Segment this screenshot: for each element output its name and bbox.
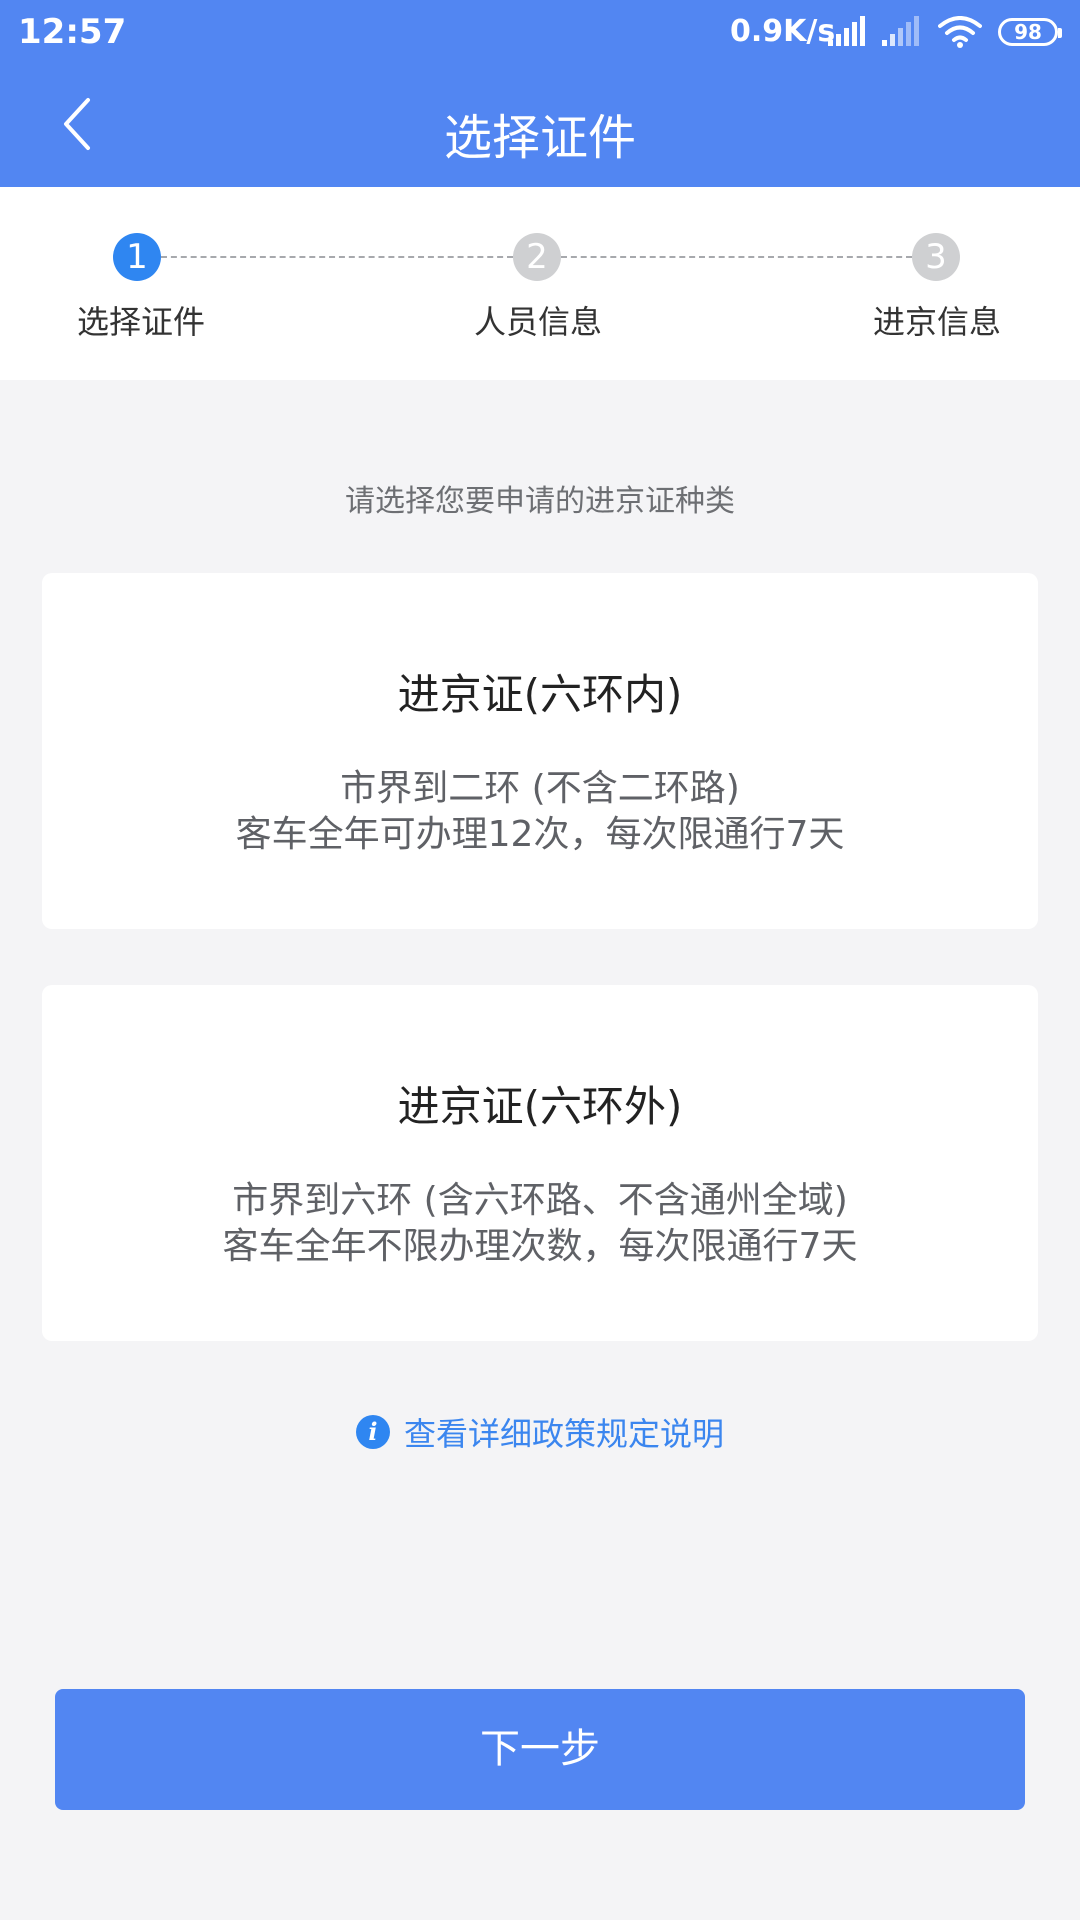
step-connector (561, 256, 912, 258)
permit-card-inner-sixth-ring[interactable]: 进京证(六环内) 市界到二环 (不含二环路) 客车全年可办理12次，每次限通行7… (42, 573, 1038, 929)
step-1-label: 选择证件 (76, 303, 206, 341)
network-speed: 0.9K/s (730, 14, 836, 49)
step-connector (161, 256, 513, 258)
step-3-label: 进京信息 (872, 303, 1002, 341)
selection-prompt: 请选择您要申请的进京证种类 (345, 484, 735, 519)
card-description: 客车全年可办理12次，每次限通行7天 (235, 814, 845, 855)
step-indicator: 1 2 3 选择证件 人员信息 进京信息 (0, 187, 1080, 380)
next-step-button[interactable]: 下一步 (55, 1689, 1025, 1810)
card-title: 进京证(六环内) (397, 670, 683, 719)
app-header: 12:57 0.9K/s 98 选择证件 (0, 0, 1080, 187)
battery-icon: 98 (998, 18, 1062, 46)
status-time: 12:57 (18, 12, 127, 52)
permit-card-outer-sixth-ring[interactable]: 进京证(六环外) 市界到六环 (含六环路、不含通州全域) 客车全年不限办理次数，… (42, 985, 1038, 1341)
step-3-circle: 3 (912, 233, 960, 281)
card-description: 客车全年不限办理次数，每次限通行7天 (222, 1226, 858, 1267)
signal-icon (882, 16, 919, 46)
card-description: 市界到二环 (不含二环路) (340, 768, 740, 809)
policy-link-text: 查看详细政策规定说明 (403, 1415, 724, 1453)
step-2-circle: 2 (513, 233, 561, 281)
wifi-icon (938, 16, 982, 48)
card-title: 进京证(六环外) (397, 1082, 683, 1131)
info-icon: i (355, 1415, 390, 1449)
step-2-label: 人员信息 (473, 303, 603, 341)
card-description: 市界到六环 (含六环路、不含通州全域) (232, 1180, 848, 1221)
signal-icon (828, 16, 865, 46)
nav-bar: 选择证件 (0, 64, 1080, 187)
battery-level: 98 (1014, 20, 1042, 44)
step-1-circle: 1 (113, 233, 161, 281)
policy-link[interactable]: i 查看详细政策规定说明 (0, 1410, 1080, 1454)
page-title: 选择证件 (443, 110, 636, 166)
status-bar: 12:57 0.9K/s 98 (0, 0, 1080, 64)
